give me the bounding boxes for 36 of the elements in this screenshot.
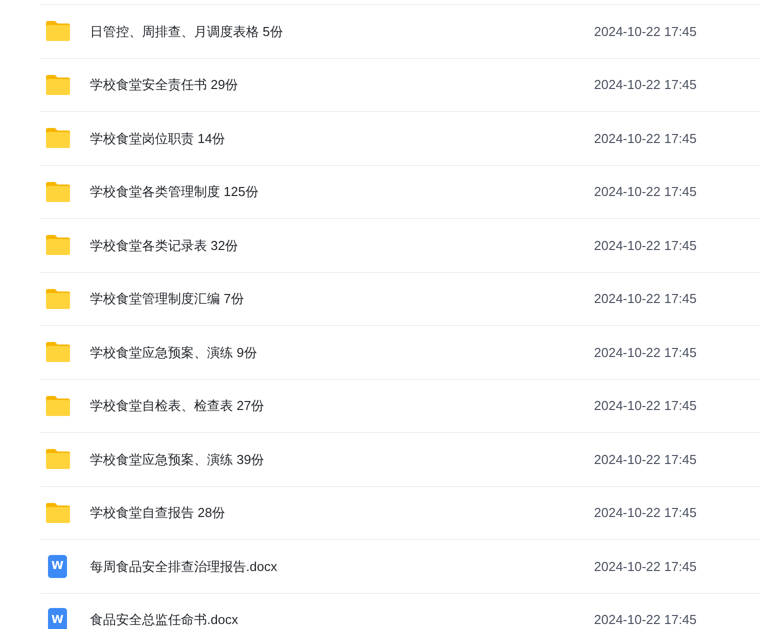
file-name[interactable]: 学校食堂各类记录表 32份 bbox=[90, 236, 594, 255]
modified-date: 2024-10-22 17:45 bbox=[594, 22, 697, 40]
modified-date: 2024-10-22 17:45 bbox=[594, 290, 697, 308]
modified-date: 2024-10-22 17:45 bbox=[594, 397, 697, 415]
modified-date: 2024-10-22 17:45 bbox=[594, 236, 697, 254]
folder-icon bbox=[45, 127, 71, 150]
file-name[interactable]: 学校食堂各类管理制度 125份 bbox=[90, 182, 594, 202]
modified-date: 2024-10-22 17:45 bbox=[594, 558, 697, 576]
file-name[interactable]: 日管控、周排查、月调度表格 5份 bbox=[90, 22, 594, 41]
word-document-icon: W bbox=[48, 554, 67, 578]
modified-date: 2024-10-22 17:45 bbox=[594, 344, 697, 362]
modified-date: 2024-10-22 17:45 bbox=[594, 504, 697, 522]
folder-icon bbox=[45, 341, 71, 364]
modified-date: 2024-10-22 17:45 bbox=[594, 130, 697, 148]
folder-icon bbox=[45, 234, 71, 256]
modified-date: 2024-10-22 17:45 bbox=[594, 611, 697, 629]
modified-date: 2024-10-22 17:45 bbox=[594, 183, 697, 201]
file-name[interactable]: 学校食堂安全责任书 29份 bbox=[90, 75, 594, 94]
file-name[interactable]: 学校食堂管理制度汇编 7份 bbox=[90, 289, 594, 308]
file-name[interactable]: 学校食堂应急预案、演练 9份 bbox=[90, 342, 594, 362]
folder-icon bbox=[45, 394, 71, 417]
modified-date: 2024-10-22 17:45 bbox=[594, 450, 697, 468]
folder-icon bbox=[45, 502, 71, 524]
file-name[interactable]: 每周食品安全排查治理报告.docx bbox=[90, 556, 594, 576]
file-name[interactable]: 学校食堂自检表、检查表 27份 bbox=[90, 396, 594, 416]
folder-icon bbox=[45, 20, 71, 42]
folder-icon bbox=[45, 180, 71, 203]
word-document-icon: W bbox=[48, 608, 67, 629]
folder-icon bbox=[45, 448, 71, 470]
folder-icon bbox=[45, 288, 71, 310]
file-name[interactable]: 学校食堂应急预案、演练 39份 bbox=[90, 450, 594, 469]
file-name[interactable]: 学校食堂岗位职责 14份 bbox=[90, 128, 594, 148]
file-name[interactable]: 学校食堂自查报告 28份 bbox=[90, 503, 594, 522]
file-name[interactable]: 食品安全总监任命书.docx bbox=[90, 610, 594, 629]
modified-date: 2024-10-22 17:45 bbox=[594, 76, 697, 94]
folder-icon bbox=[45, 74, 71, 96]
